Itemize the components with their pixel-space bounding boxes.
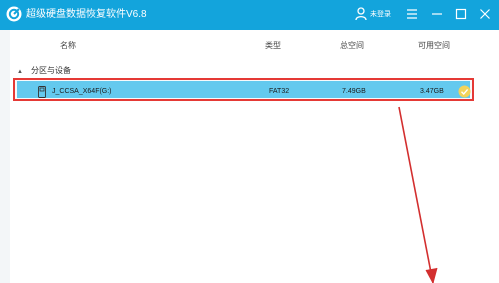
column-header-available[interactable]: 可用空间 (418, 36, 450, 56)
table-header: 名称 类型 总空间 可用空间 (10, 36, 490, 56)
table-row[interactable]: J_CCSA_X64F(G:) FAT32 7.49GB 3.47GB (13, 78, 474, 101)
title-bar: 超级硬盘数据恢复软件V6.8 未登录 (0, 0, 499, 30)
close-icon[interactable] (479, 8, 491, 20)
device-name: J_CCSA_X64F(G:) (52, 88, 112, 95)
menu-icon[interactable] (406, 8, 418, 20)
left-panel-edge (0, 30, 10, 283)
device-type: FAT32 (269, 88, 290, 95)
group-label: 分区与设备 (30, 66, 71, 75)
user-icon[interactable] (355, 7, 367, 21)
column-header-name[interactable]: 名称 (60, 36, 76, 56)
column-header-type[interactable]: 类型 (265, 36, 281, 56)
selected-check-icon[interactable] (458, 85, 471, 98)
selected-row-highlight: J_CCSA_X64F(G:) FAT32 7.49GB 3.47GB (17, 81, 471, 98)
device-total-space: 7.49GB (342, 88, 366, 95)
minimize-icon[interactable] (431, 8, 443, 20)
column-header-total[interactable]: 总空间 (340, 36, 364, 56)
usb-drive-icon (38, 86, 46, 98)
device-list-panel (10, 30, 499, 283)
login-status[interactable]: 未登录 (370, 9, 391, 20)
maximize-icon[interactable] (455, 8, 467, 20)
app-title: 超级硬盘数据恢复软件V6.8 (26, 9, 147, 20)
device-available-space: 3.47GB (420, 88, 444, 95)
group-partitions-devices[interactable]: ▲ 分区与设备 (17, 65, 71, 78)
app-logo-icon (6, 6, 22, 22)
collapse-caret-icon[interactable]: ▲ (17, 66, 23, 78)
